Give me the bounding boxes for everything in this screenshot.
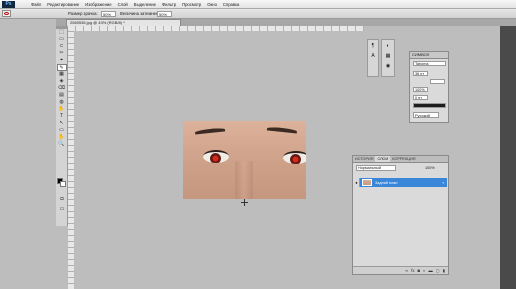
stamp-tool-icon[interactable]: ◈ — [57, 78, 67, 85]
crop-tool-icon[interactable]: ✂ — [57, 50, 67, 57]
font-family-field[interactable]: Tahoma — [413, 61, 446, 66]
dodge-tool-icon[interactable]: ◍ — [57, 99, 67, 106]
fx-icon[interactable]: fx — [411, 268, 414, 273]
eyedropper-tool-icon[interactable]: ⌖ — [57, 57, 67, 64]
menu-view[interactable]: Просмотр — [179, 0, 204, 9]
menu-filter[interactable]: Фильтр — [159, 0, 179, 9]
tracking-field[interactable]: 0 пт — [413, 95, 428, 100]
menu-file[interactable]: Файл — [28, 0, 44, 9]
adjustment-icon[interactable]: ◐ — [423, 268, 426, 273]
menu-help[interactable]: Справка — [220, 0, 242, 9]
red-eye-tool-icon[interactable]: ✎ — [56, 64, 67, 71]
styles-panel-icon[interactable]: ◉ — [384, 62, 392, 70]
shape-tool-icon[interactable]: ▭ — [57, 127, 67, 134]
trash-icon[interactable]: ▮ — [443, 268, 445, 273]
mask-icon[interactable]: ◙ — [417, 268, 420, 273]
gradient-tool-icon[interactable]: ▤ — [57, 92, 67, 99]
tab-adjustments[interactable]: КОРРЕКЦИЯ — [390, 156, 417, 162]
dark-side-panel — [500, 26, 516, 289]
collapsed-panel-dock-2: ◐ ▦ ◉ — [381, 39, 395, 77]
background-color-swatch[interactable] — [60, 181, 66, 187]
pupil-size-field[interactable]: 50% — [101, 11, 116, 17]
character-panel-title[interactable]: СИМВОЛ — [410, 52, 448, 59]
darken-amount-field[interactable]: 50% — [157, 11, 172, 17]
crosshair-cursor-icon — [241, 199, 248, 206]
collapsed-panel-dock: ¶ A — [367, 39, 379, 77]
brush-tool-icon[interactable]: ▦ — [57, 71, 67, 78]
layers-panel-footer: ∞ fx ◙ ◐ ▬ ▢ ▮ — [353, 266, 448, 274]
swatches-panel-icon[interactable]: ▦ — [384, 52, 392, 60]
document-tab[interactable]: 2569536.jpg @ 43% (RGB/8) * — [66, 19, 181, 26]
right-eyebrow — [266, 126, 298, 134]
nose — [235, 161, 253, 199]
type-tool-icon[interactable]: T — [57, 113, 67, 120]
marquee-tool-icon[interactable]: ▭ — [57, 36, 67, 43]
font-size-field[interactable]: 36 пт — [413, 71, 428, 76]
new-layer-icon[interactable]: ▢ — [436, 268, 440, 273]
menu-image[interactable]: Изображение — [82, 0, 114, 9]
vertical-ruler — [68, 26, 74, 289]
tools-panel: ⬚ ▭ ⊂ ✂ ⌖ ✎ ▦ ◈ ⌫ ▤ ◍ ✋ T ↖ ▭ ✋ 🔍 ◘ ▭ — [56, 26, 68, 226]
vertical-scale-field[interactable]: 100% — [413, 87, 428, 92]
character-panel: СИМВОЛ Tahoma 36 пт 100% 0 пт Русский — [409, 51, 449, 123]
visibility-eye-icon[interactable]: ● — [354, 178, 360, 187]
document-image[interactable] — [183, 121, 306, 199]
lasso-tool-icon[interactable]: ⊂ — [57, 43, 67, 50]
pen-tool-icon[interactable]: ✋ — [57, 106, 67, 113]
menu-edit[interactable]: Редактирование — [44, 0, 82, 9]
folder-icon[interactable]: ▬ — [429, 268, 433, 273]
screen-mode-icon[interactable]: ▭ — [57, 206, 67, 213]
menu-window[interactable]: Окно — [204, 0, 220, 9]
red-eye-tool-preset-icon[interactable] — [2, 10, 11, 17]
lock-icon: ▪ — [442, 180, 444, 185]
document-tab-bar: 2569536.jpg @ 43% (RGB/8) * — [56, 19, 516, 26]
right-eye — [283, 151, 306, 164]
eraser-tool-icon[interactable]: ⌫ — [57, 85, 67, 92]
paragraph-panel-icon[interactable]: ¶ — [369, 42, 377, 50]
tab-history[interactable]: ИСТОРИЯ — [353, 156, 375, 162]
layer-row-background[interactable]: ● Задний план ▪ — [354, 178, 447, 187]
left-eye — [203, 150, 229, 163]
link-icon[interactable]: ∞ — [405, 268, 408, 273]
menu-select[interactable]: Выделение — [131, 0, 159, 9]
color-panel-icon[interactable]: ◐ — [384, 42, 392, 50]
pupil-size-label: Размер зрачка: — [68, 11, 98, 16]
layer-thumbnail — [362, 179, 372, 186]
move-tool-icon[interactable]: ⬚ — [57, 29, 67, 36]
left-red-pupil — [210, 153, 221, 163]
right-red-pupil — [290, 154, 301, 164]
zoom-tool-icon[interactable]: 🔍 — [57, 141, 67, 148]
tab-layers[interactable]: СЛОИ — [375, 156, 391, 162]
layers-panel: ИСТОРИЯ СЛОИ КОРРЕКЦИЯ Нормальный 100% ●… — [352, 155, 449, 275]
blend-mode-select[interactable]: Нормальный — [356, 165, 396, 171]
horizontal-ruler — [68, 26, 364, 31]
left-eyebrow — [194, 127, 226, 135]
menu-layer[interactable]: Слой — [115, 0, 131, 9]
options-bar: Размер зрачка: 50% Величина затемнения: … — [0, 9, 516, 19]
quick-mask-icon[interactable]: ◘ — [57, 196, 67, 203]
character-panel-icon[interactable]: A — [369, 52, 377, 60]
menu-bar: Ps Файл Редактирование Изображение Слой … — [0, 0, 516, 9]
hand-tool-icon[interactable]: ✋ — [57, 134, 67, 141]
language-select[interactable]: Русский — [413, 112, 439, 118]
photoshop-window: Ps Файл Редактирование Изображение Слой … — [0, 0, 516, 289]
menu-items: Файл Редактирование Изображение Слой Выд… — [28, 0, 242, 9]
opacity-value: 100% — [425, 166, 435, 170]
layers-panel-tabs: ИСТОРИЯ СЛОИ КОРРЕКЦИЯ — [353, 156, 448, 163]
opacity-control[interactable]: 100% — [425, 165, 435, 171]
layer-name: Задний план — [375, 180, 398, 185]
text-color-swatch[interactable] — [413, 103, 446, 108]
app-logo: Ps — [2, 1, 15, 8]
leading-field[interactable] — [430, 79, 445, 84]
path-select-tool-icon[interactable]: ↖ — [57, 120, 67, 127]
